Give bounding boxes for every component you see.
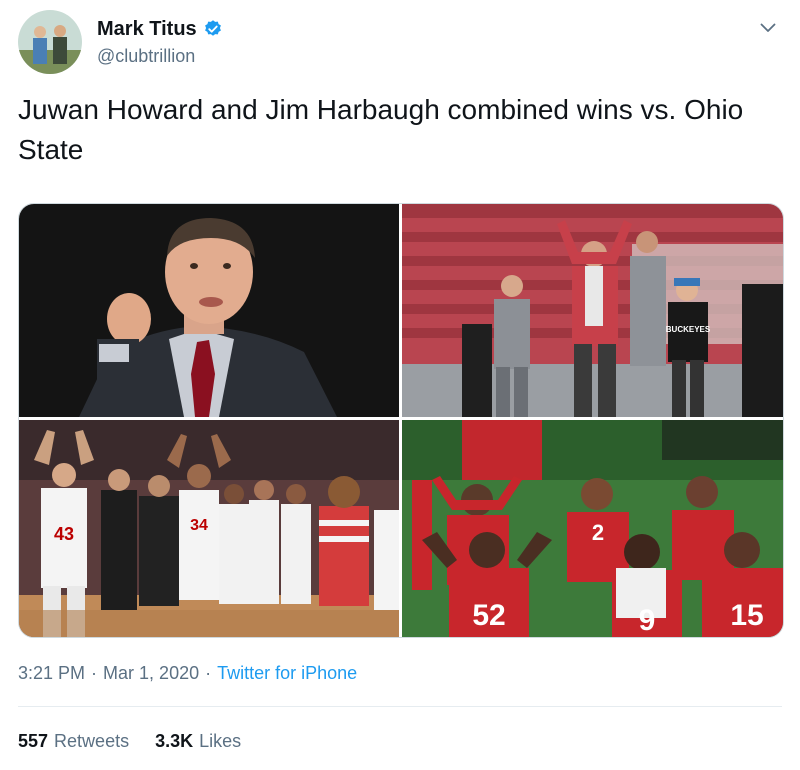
- likes-stat[interactable]: 3.3K Likes: [155, 731, 241, 752]
- photo-football-team[interactable]: 2 52 9 15: [402, 420, 783, 637]
- tweet-card: Mark Titus @clubtrillion Juwan Howard an…: [0, 0, 800, 770]
- svg-text:9: 9: [639, 604, 656, 637]
- tweet-source-link[interactable]: Twitter for iPhone: [217, 663, 357, 684]
- svg-text:2: 2: [592, 520, 604, 545]
- likes-label: Likes: [199, 731, 242, 751]
- tweet-text: Juwan Howard and Jim Harbaugh combined w…: [18, 94, 744, 165]
- retweets-stat[interactable]: 557 Retweets: [18, 731, 129, 752]
- svg-text:15: 15: [730, 599, 763, 632]
- svg-text:52: 52: [472, 599, 505, 632]
- chevron-down-icon[interactable]: [756, 16, 780, 40]
- divider: [18, 706, 782, 707]
- svg-text:34: 34: [190, 517, 208, 534]
- photo-coach-stadium[interactable]: BUCKEYES: [402, 204, 783, 417]
- tweet-meta: 3:21 PM · Mar 1, 2020 · Twitter for iPho…: [18, 663, 357, 684]
- photo-basketball-team[interactable]: 43 34: [19, 420, 399, 637]
- avatar[interactable]: [18, 10, 82, 74]
- svg-text:BUCKEYES: BUCKEYES: [666, 325, 711, 334]
- display-name[interactable]: Mark Titus: [97, 17, 197, 41]
- retweets-label: Retweets: [54, 731, 130, 751]
- tweet-date[interactable]: Mar 1, 2020: [103, 663, 199, 684]
- tweet-stats: 557 Retweets 3.3K Likes: [18, 731, 241, 752]
- author-name-row[interactable]: Mark Titus: [97, 17, 223, 41]
- verified-badge-icon: [203, 19, 223, 39]
- photo-coach-suit[interactable]: [19, 204, 399, 417]
- tweet-time[interactable]: 3:21 PM: [18, 663, 85, 684]
- author-handle[interactable]: @clubtrillion: [97, 46, 195, 67]
- meta-separator: ·: [205, 663, 212, 683]
- meta-separator: ·: [91, 663, 98, 683]
- retweets-count: 557: [18, 731, 49, 751]
- media-grid: BUCKEYES 43 34 2 52 9 15: [18, 203, 784, 638]
- likes-count: 3.3K: [155, 731, 194, 751]
- svg-text:43: 43: [54, 524, 74, 544]
